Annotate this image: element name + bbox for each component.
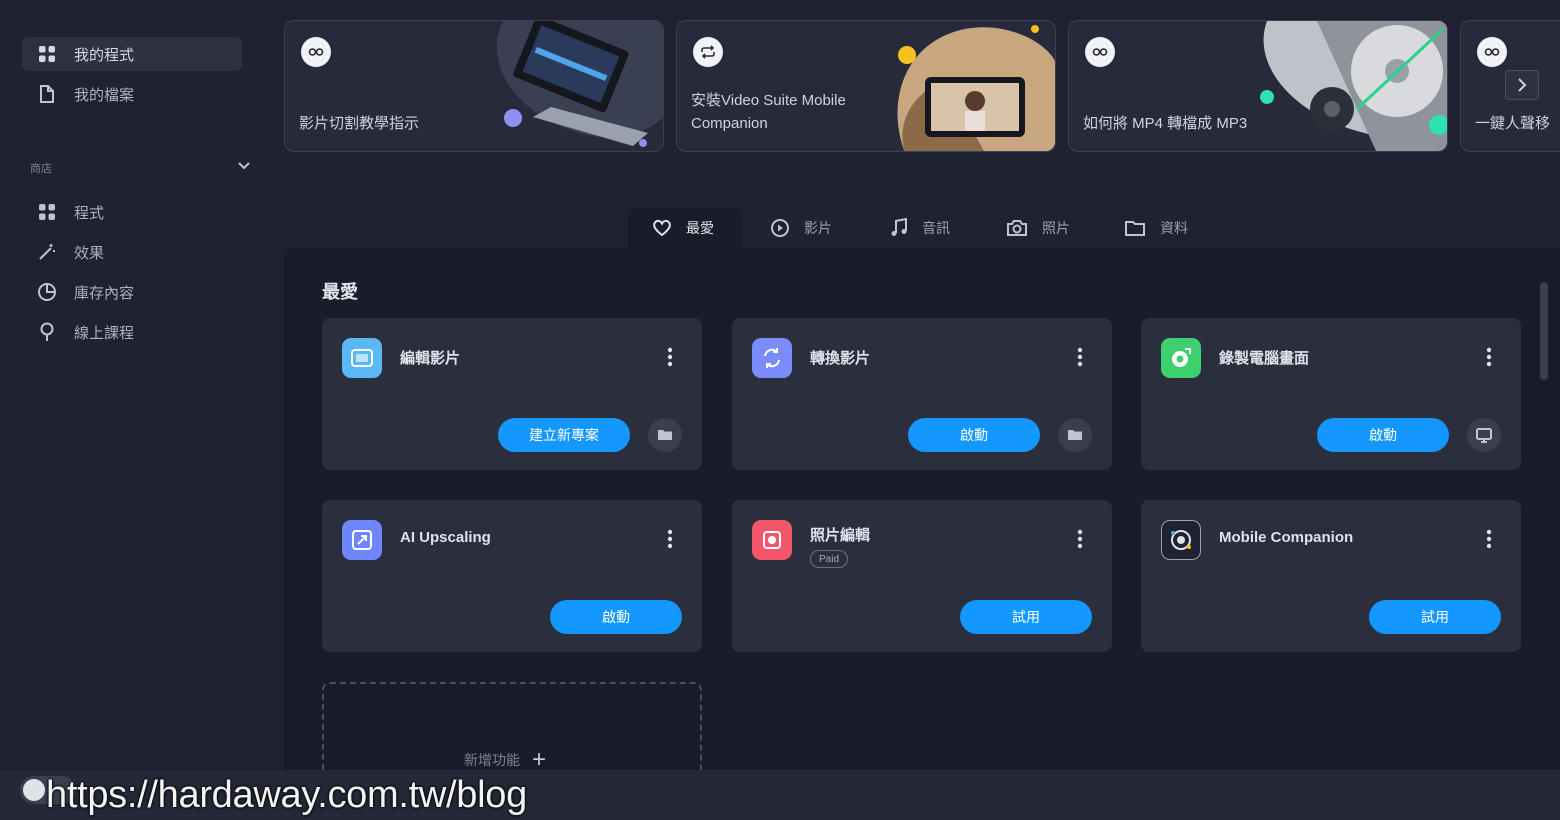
app-name: AI Upscaling bbox=[400, 529, 491, 546]
store-section-label: 商店 bbox=[30, 163, 52, 175]
chevron-right-icon[interactable] bbox=[1505, 70, 1539, 100]
sidebar-item-online-courses[interactable]: 線上課程 bbox=[22, 315, 242, 349]
monitor-icon[interactable] bbox=[1467, 418, 1501, 452]
banner-card[interactable]: 安裝Video Suite Mobile Companion bbox=[676, 20, 1056, 152]
app-name: 編輯影片 bbox=[400, 350, 461, 367]
more-vertical-icon[interactable] bbox=[1477, 344, 1501, 370]
toggle-knob bbox=[23, 779, 45, 801]
tab-audio[interactable]: 音訊 bbox=[866, 208, 972, 248]
sidebar-item-effects[interactable]: 效果 bbox=[22, 235, 242, 269]
magic-wand-icon bbox=[36, 241, 58, 263]
pie-chart-icon bbox=[36, 281, 58, 303]
play-icon[interactable] bbox=[1085, 37, 1115, 67]
sidebar-item-label: 程式 bbox=[74, 204, 105, 222]
sidebar-item-my-files[interactable]: 我的檔案 bbox=[22, 77, 242, 111]
banner-card[interactable]: 影片切割教學指示 bbox=[284, 20, 664, 152]
app-card-edit-video: 編輯影片 建立新專案 bbox=[322, 318, 702, 470]
photo-edit-icon bbox=[752, 520, 792, 560]
scrollbar[interactable] bbox=[1540, 282, 1548, 380]
disc-illustration bbox=[1257, 21, 1447, 151]
sidebar: 我的程式 我的檔案 商店 程式 效果 庫存內容 線上課程 bbox=[0, 0, 268, 820]
sidebar-item-my-programs[interactable]: 我的程式 bbox=[22, 37, 242, 71]
heart-icon bbox=[652, 219, 672, 237]
folder-icon[interactable] bbox=[648, 418, 682, 452]
paid-badge: Paid bbox=[810, 550, 849, 568]
page-title: 最愛 bbox=[322, 282, 358, 302]
create-project-button[interactable]: 建立新專案 bbox=[498, 418, 630, 452]
plus-icon: + bbox=[532, 746, 547, 773]
folder-icon bbox=[1124, 219, 1146, 237]
banner-card[interactable]: 如何將 MP4 轉檔成 MP3 bbox=[1068, 20, 1448, 152]
more-vertical-icon[interactable] bbox=[1068, 526, 1092, 552]
video-edit-icon bbox=[342, 338, 382, 378]
camera-icon bbox=[1006, 219, 1028, 237]
launch-button[interactable]: 啟動 bbox=[1317, 418, 1449, 452]
sidebar-item-label: 我的檔案 bbox=[74, 86, 135, 104]
tab-favorites[interactable]: 最愛 bbox=[628, 208, 742, 248]
repeat-icon[interactable] bbox=[693, 37, 723, 67]
add-feature-label: 新增功能 bbox=[464, 752, 520, 768]
chevron-down-icon[interactable] bbox=[234, 156, 254, 176]
app-card-screen-record: 錄製電腦畫面 啟動 bbox=[1141, 318, 1521, 470]
laptop-illustration bbox=[473, 21, 663, 151]
sidebar-item-label: 庫存內容 bbox=[74, 284, 135, 302]
app-card-mobile-companion: Mobile Companion 試用 bbox=[1141, 500, 1521, 652]
upscale-icon bbox=[342, 520, 382, 560]
app-name: 照片編輯 bbox=[810, 527, 871, 544]
folder-icon[interactable] bbox=[1058, 418, 1092, 452]
app-card-convert-video: 轉換影片 啟動 bbox=[732, 318, 1112, 470]
banner-title: 影片切割教學指示 bbox=[299, 115, 420, 132]
more-vertical-icon[interactable] bbox=[1068, 344, 1092, 370]
more-vertical-icon[interactable] bbox=[658, 344, 682, 370]
sidebar-item-label: 效果 bbox=[74, 244, 105, 262]
tab-data[interactable]: 資料 bbox=[1100, 208, 1210, 248]
grid-icon bbox=[36, 201, 58, 223]
banner-title: 如何將 MP4 轉檔成 MP3 bbox=[1083, 115, 1248, 132]
tab-photo[interactable]: 照片 bbox=[982, 208, 1092, 248]
phone-illustration bbox=[865, 21, 1055, 151]
play-circle-icon bbox=[770, 218, 790, 238]
play-icon[interactable] bbox=[1477, 37, 1507, 67]
launch-button[interactable]: 啟動 bbox=[550, 600, 682, 634]
convert-icon bbox=[752, 338, 792, 378]
tab-video[interactable]: 影片 bbox=[746, 208, 854, 248]
app-card-photo-edit: 照片編輯 Paid 試用 bbox=[732, 500, 1112, 652]
app-card-ai-upscaling: AI Upscaling 啟動 bbox=[322, 500, 702, 652]
app-name: 錄製電腦畫面 bbox=[1219, 350, 1310, 367]
more-vertical-icon[interactable] bbox=[658, 526, 682, 552]
app-name: 轉換影片 bbox=[810, 350, 871, 367]
more-vertical-icon[interactable] bbox=[1477, 526, 1501, 552]
file-icon bbox=[36, 83, 58, 105]
grid-icon bbox=[36, 43, 58, 65]
try-button[interactable]: 試用 bbox=[960, 600, 1092, 634]
sidebar-item-label: 線上課程 bbox=[74, 324, 135, 342]
launch-button[interactable]: 啟動 bbox=[908, 418, 1040, 452]
banner-title: 一鍵人聲移 bbox=[1475, 115, 1551, 132]
banner-title: 安裝Video Suite Mobile Companion bbox=[691, 92, 846, 132]
lightbulb-icon bbox=[36, 321, 58, 343]
play-icon[interactable] bbox=[301, 37, 331, 67]
music-note-icon bbox=[890, 218, 908, 238]
watermark: https://hardaway.com.tw/blog bbox=[46, 774, 527, 816]
mobile-companion-icon bbox=[1161, 520, 1201, 560]
app-name: Mobile Companion bbox=[1219, 529, 1354, 546]
sidebar-item-label: 我的程式 bbox=[74, 46, 135, 64]
sidebar-item-programs[interactable]: 程式 bbox=[22, 195, 242, 229]
try-button[interactable]: 試用 bbox=[1369, 600, 1501, 634]
screen-record-icon bbox=[1161, 338, 1201, 378]
sidebar-item-stock-content[interactable]: 庫存內容 bbox=[22, 275, 242, 309]
